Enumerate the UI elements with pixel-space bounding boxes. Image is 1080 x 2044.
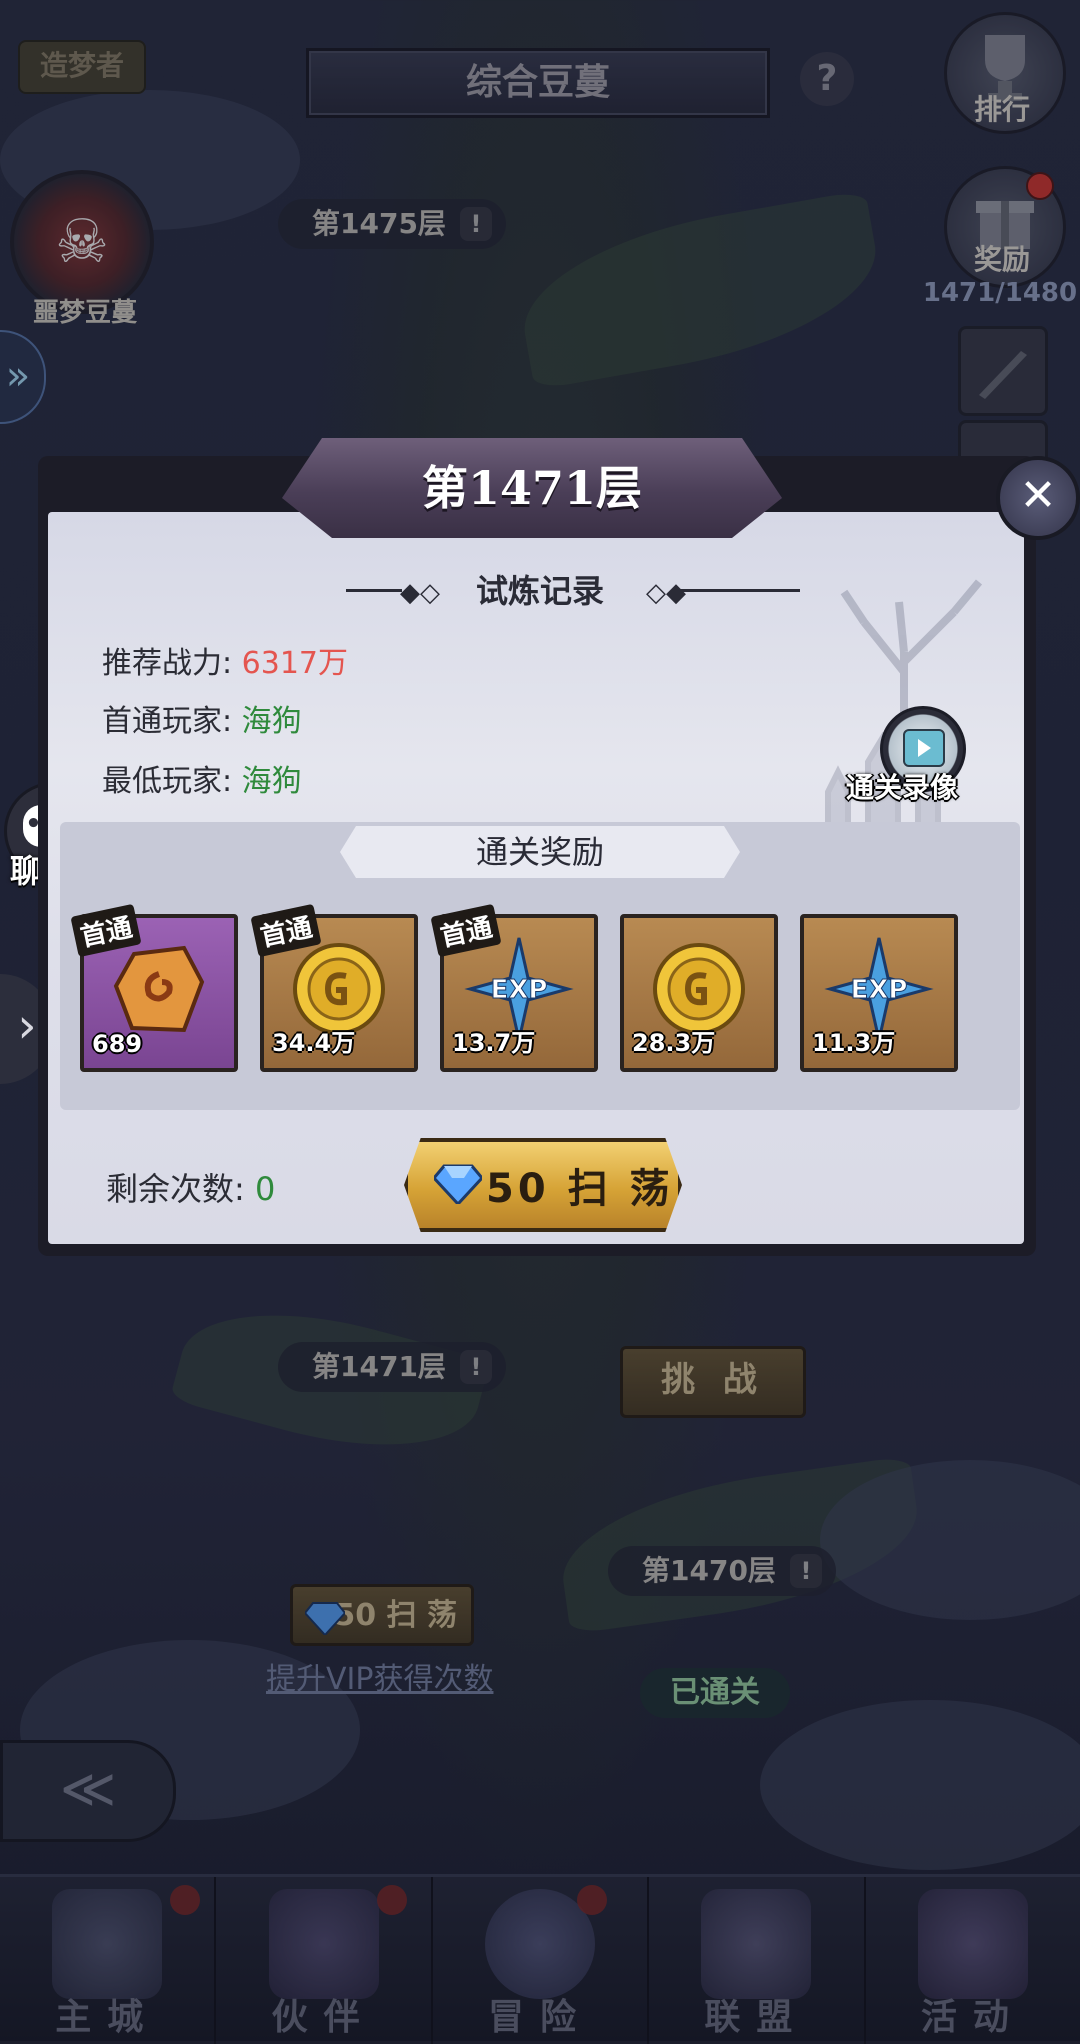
reward-item[interactable]: EXP 首通 13.7万 [430, 903, 598, 1072]
item-count: 34.4万 [272, 1029, 356, 1057]
item-count: 28.3万 [632, 1029, 716, 1057]
lowest-player-row: 最低玩家: 海狗 [102, 756, 302, 800]
svg-text:EXP: EXP [851, 975, 908, 1005]
row-label: 首通玩家: [102, 704, 233, 739]
diamond-ornament-icon: ◇◆ [646, 578, 686, 608]
reward-header: 通关奖励 [340, 826, 740, 878]
remaining-count: 剩余次数: 0 [106, 1164, 275, 1210]
row-value: 6317万 [241, 646, 349, 681]
sweep-button-label[interactable]: 50 扫 荡 [486, 1156, 674, 1214]
row-label: 最低玩家: [102, 764, 233, 799]
reward-item[interactable]: EXP 11.3万 [800, 914, 958, 1072]
chevron-right-icon: › [17, 998, 37, 1054]
dialog-title: 第1471层 [421, 461, 643, 515]
close-button[interactable]: ✕ [996, 456, 1080, 540]
recommended-power-row: 推荐战力: 6317万 [102, 638, 348, 682]
reward-item[interactable]: 28.3万 [620, 914, 778, 1072]
row-value[interactable]: 海狗 [242, 764, 302, 799]
row-label: 推荐战力: [102, 646, 233, 681]
item-count: 11.3万 [812, 1029, 896, 1057]
play-video-icon [903, 729, 945, 767]
svg-text:EXP: EXP [491, 975, 548, 1005]
remaining-value: 0 [254, 1170, 276, 1208]
reward-item[interactable]: 首通 689 [70, 903, 238, 1072]
reward-item[interactable]: 首通 34.4万 [250, 903, 418, 1072]
close-icon: ✕ [1019, 470, 1057, 521]
divider-line [680, 589, 800, 592]
item-count: 13.7万 [452, 1029, 536, 1057]
remaining-label: 剩余次数: [106, 1170, 245, 1208]
first-clear-player-row: 首通玩家: 海狗 [102, 696, 302, 740]
replay-label[interactable]: 通关录像 [846, 766, 958, 806]
item-count: 689 [92, 1030, 143, 1058]
row-value[interactable]: 海狗 [242, 704, 302, 739]
rune-stone-icon [113, 945, 205, 1033]
diamond-icon [434, 1164, 482, 1204]
